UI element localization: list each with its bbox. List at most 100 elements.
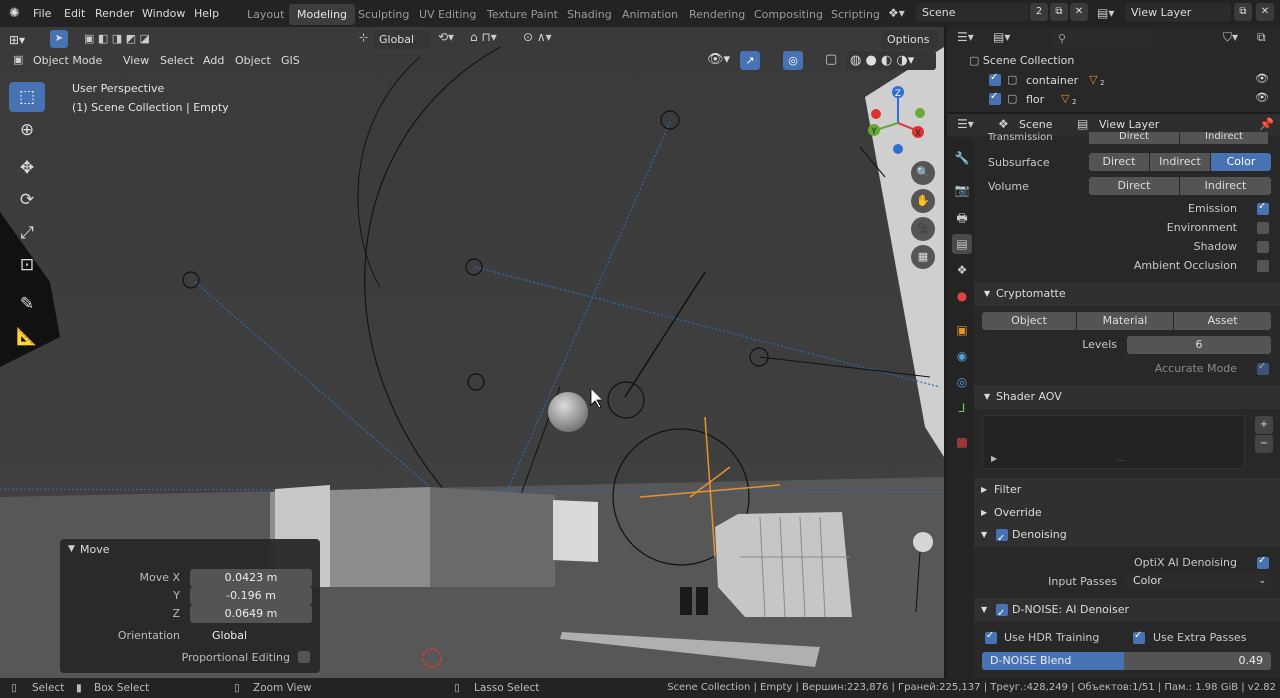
move-x-field[interactable]: 0.0423 m — [190, 569, 312, 587]
accurate-mode-checkbox[interactable] — [1257, 361, 1269, 375]
texture-tab-icon[interactable]: ▩ — [952, 432, 972, 452]
move-y-field[interactable]: -0.196 m — [190, 587, 312, 605]
snap-icon[interactable]: ⌂ ⊓▾ — [470, 30, 518, 44]
scene-users-count[interactable]: 2 — [1030, 3, 1048, 21]
menu-help[interactable]: Help — [194, 0, 219, 27]
ao-checkbox[interactable] — [1257, 260, 1269, 272]
measure-tool-icon[interactable]: 📐 — [9, 322, 45, 352]
select-tool-icon[interactable]: ➤ — [50, 30, 68, 48]
eye-icon[interactable]: 👁 — [1255, 72, 1269, 85]
light-sphere[interactable] — [548, 392, 588, 432]
emission-checkbox[interactable] — [1257, 201, 1269, 215]
extra-passes-checkbox[interactable] — [1133, 630, 1145, 644]
zoom-icon[interactable]: 🔍 — [911, 161, 935, 185]
menu-edit[interactable]: Edit — [64, 0, 85, 27]
outliner-editor-icon[interactable]: ☰▾ — [957, 30, 974, 44]
menu-select[interactable]: Select — [156, 51, 198, 70]
tab-scripting[interactable]: Scripting — [823, 4, 888, 25]
tab-layout[interactable]: Layout — [239, 4, 292, 25]
menu-add[interactable]: Add — [199, 51, 228, 70]
volume-direct[interactable]: Direct — [1089, 177, 1179, 195]
new-collection-icon[interactable]: ⧉ — [1257, 30, 1266, 45]
object-tab-icon[interactable]: ▣ — [952, 320, 972, 340]
denoising-checkbox[interactable] — [996, 527, 1008, 551]
tab-rendering[interactable]: Rendering — [681, 4, 753, 25]
scale-tool-icon[interactable]: ⤢ — [9, 218, 45, 248]
modifier-tab-icon[interactable]: ◉ — [952, 346, 972, 366]
world-tab-icon[interactable]: ● — [952, 286, 972, 306]
input-passes-select[interactable]: Color ⌄ — [1127, 572, 1271, 590]
constraint-tab-icon[interactable]: ⅃ — [952, 398, 972, 418]
camera-view-icon[interactable]: 🎥 — [911, 217, 935, 241]
tool-tab-icon[interactable]: 🔧 — [952, 148, 972, 168]
outliner-item-container[interactable]: ▢ container ▽ 2 👁 — [971, 72, 1271, 90]
outliner-item-flor[interactable]: ▢ flor ▽ 2 👁 — [971, 91, 1271, 109]
add-aov-icon[interactable]: + — [1255, 416, 1273, 434]
hdr-training-checkbox[interactable] — [985, 630, 997, 644]
override-panel-header[interactable]: ▶ Override — [974, 501, 1280, 525]
crypto-asset-button[interactable]: Asset — [1174, 312, 1271, 330]
select-mode-icons[interactable]: ▣ ◧ ◨ ◩ ◪ — [84, 30, 170, 48]
tab-uv-editing[interactable]: UV Editing — [411, 4, 484, 25]
outliner-root[interactable]: ▢ Scene Collection — [969, 54, 1074, 67]
menu-window[interactable]: Window — [142, 0, 185, 27]
tab-modeling[interactable]: Modeling — [289, 4, 356, 25]
physics-tab-icon[interactable]: ◎ — [952, 372, 972, 392]
subsurface-indirect[interactable]: Indirect — [1150, 153, 1210, 171]
delete-view-layer-icon[interactable]: ✕ — [1256, 3, 1274, 21]
view-layer-tab-icon[interactable]: ▤ — [952, 234, 972, 254]
dnoise-blend-slider[interactable]: D-NOISE Blend 0.49 — [982, 652, 1271, 670]
shadow-checkbox[interactable] — [1257, 241, 1269, 253]
overlays-icon[interactable]: ◎ — [783, 51, 803, 70]
eye-icon[interactable]: 👁 — [1255, 91, 1269, 104]
orientation-select[interactable]: Global — [190, 627, 312, 645]
pan-hand-icon[interactable]: ✋ — [911, 189, 935, 213]
view-layer-field[interactable]: View Layer — [1125, 3, 1231, 22]
rotate-tool-icon[interactable]: ⟳ — [9, 185, 45, 215]
filter-panel-header[interactable]: ▶ Filter — [974, 478, 1280, 502]
collapse-arrow-icon[interactable]: ▼ — [68, 544, 75, 554]
menu-object[interactable]: Object — [231, 51, 275, 70]
display-mode-icon[interactable]: ▤▾ — [993, 30, 1010, 44]
gizmo-toggle-icon[interactable]: ↗ — [740, 51, 760, 70]
properties-editor[interactable]: ☰▾ ❖ Scene ▤ View Layer 📌 🔧 📷 🖶 ▤ ❖ ● ▣ … — [947, 114, 1280, 678]
3d-viewport[interactable]: ⊞▾ ➤ ▣ ◧ ◨ ◩ ◪ ⊹ Global ⟲▾ ⌂ ⊓▾ ⊙ ∧▾ Opt… — [0, 27, 944, 678]
cursor-tool-icon[interactable]: ⊕ — [9, 115, 45, 145]
new-view-layer-icon[interactable]: ⧉ — [1234, 3, 1252, 21]
tab-compositing[interactable]: Compositing — [746, 4, 831, 25]
transform-orientation-select[interactable]: Global — [373, 30, 429, 49]
visibility-icon[interactable]: 👁▾ — [707, 52, 730, 67]
subsurface-direct[interactable]: Direct — [1089, 153, 1149, 171]
xray-icon[interactable]: ▢ — [825, 52, 837, 67]
move-operator-panel[interactable]: ▼ Move Move X 0.0423 m Y -0.196 m Z 0.06… — [60, 539, 320, 673]
mode-icon[interactable]: ▣ — [13, 53, 23, 66]
outliner[interactable]: ☰▾ ▤▾ ⚲ ⛉▾ ⧉ ▢ Scene Collection ▢ contai… — [947, 27, 1280, 112]
resize-grip-icon[interactable]: ⋯ — [1117, 456, 1125, 465]
cryptomatte-panel-header[interactable]: ▼ Cryptomatte — [974, 282, 1280, 306]
annotate-tool-icon[interactable]: ✎ — [9, 289, 45, 319]
view-layer-icon[interactable]: ▤▾ — [1097, 4, 1123, 23]
dnoise-panel-header[interactable]: ▼ D-NOISE: AI Denoiser — [974, 598, 1280, 626]
flor-checkbox[interactable] — [989, 91, 1001, 105]
output-tab-icon[interactable]: 🖶 — [952, 208, 972, 228]
object-mode-select[interactable]: Object Mode — [29, 51, 106, 70]
dnoise-checkbox[interactable] — [996, 602, 1008, 626]
filter-icon[interactable]: ⛉▾ — [1223, 30, 1238, 45]
scene-tab-icon[interactable]: ❖ — [952, 260, 972, 280]
environment-checkbox[interactable] — [1257, 222, 1269, 234]
proportional-icon[interactable]: ⊙ ∧▾ — [523, 30, 567, 44]
move-tool-icon[interactable]: ✥ — [9, 153, 45, 183]
menu-file[interactable]: File — [33, 0, 51, 27]
transform-tool-icon[interactable]: ⊡ — [9, 250, 45, 280]
menu-view[interactable]: View — [119, 51, 153, 70]
volume-indirect[interactable]: Indirect — [1180, 177, 1271, 195]
scene-selector-icon[interactable]: ❖▾ — [888, 4, 914, 23]
new-scene-icon[interactable]: ⧉ — [1050, 3, 1068, 21]
menu-render[interactable]: Render — [95, 0, 134, 27]
container-checkbox[interactable] — [989, 72, 1001, 86]
options-button[interactable]: Options — [881, 30, 939, 49]
move-z-field[interactable]: 0.0649 m — [190, 605, 312, 623]
outliner-search-input[interactable]: ⚲ — [1052, 29, 1152, 48]
crypto-object-button[interactable]: Object — [982, 312, 1076, 330]
tab-shading[interactable]: Shading — [559, 4, 620, 25]
